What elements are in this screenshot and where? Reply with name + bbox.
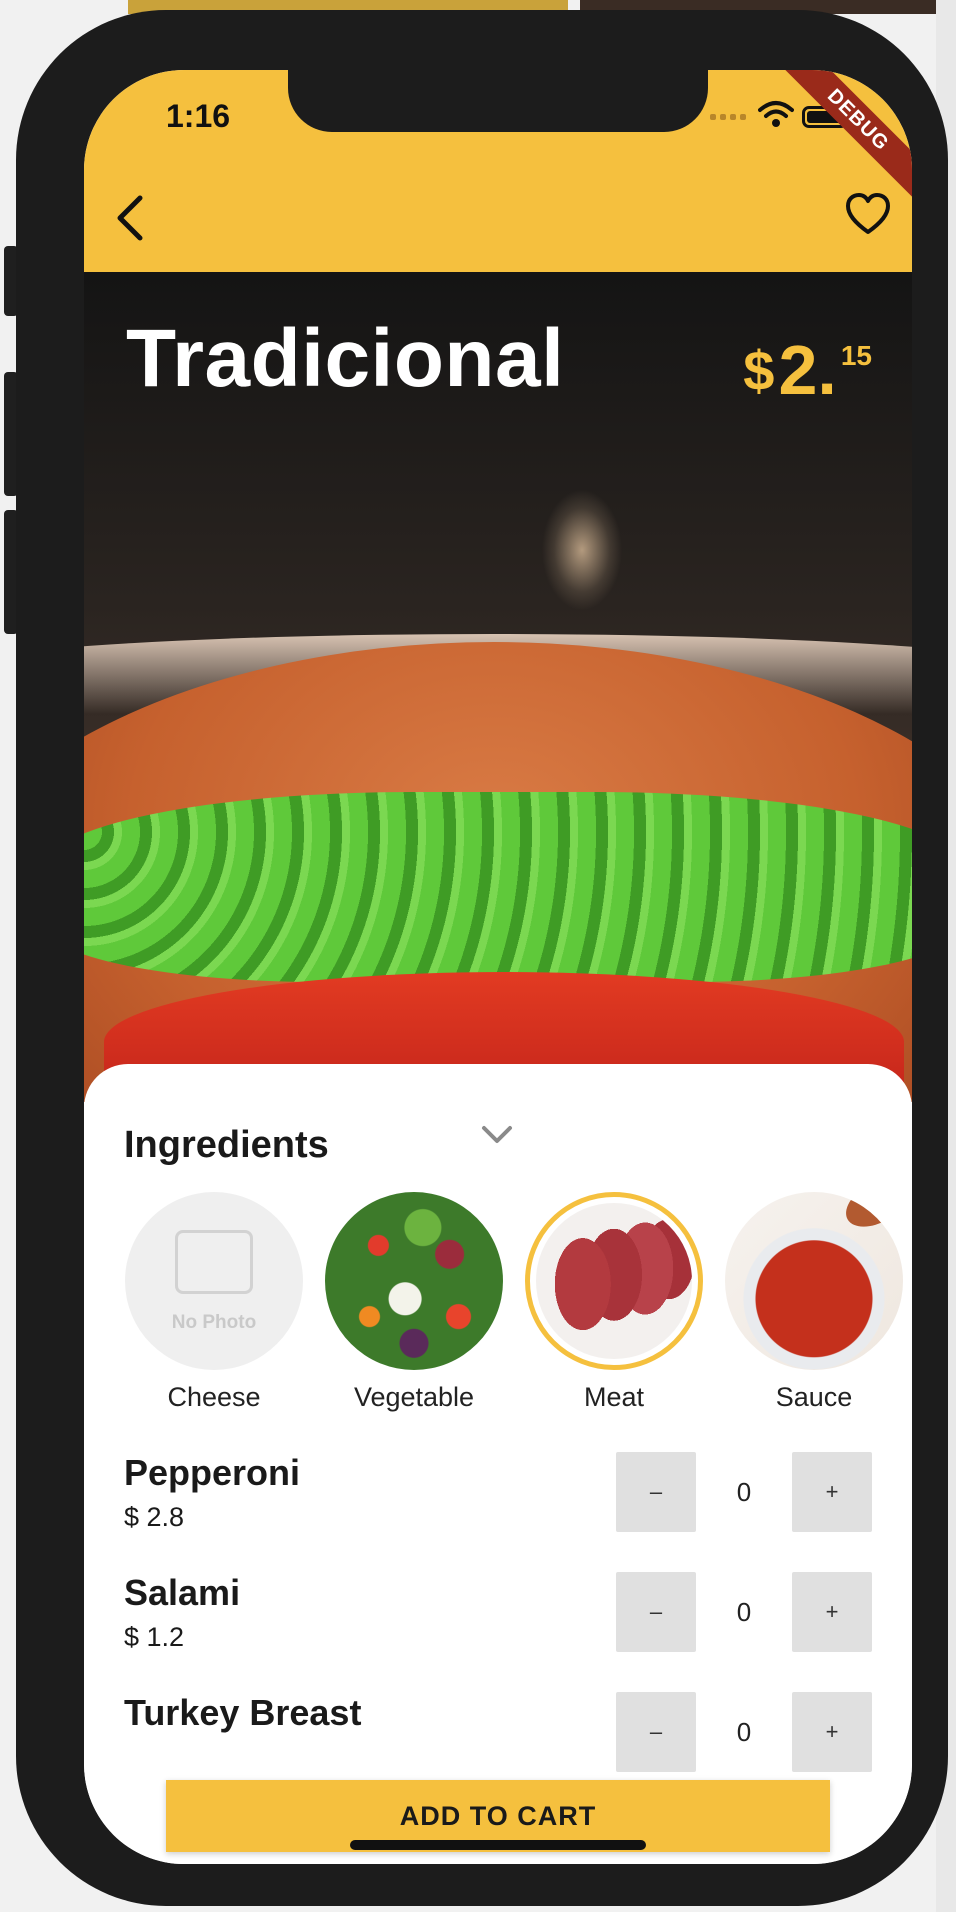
no-photo-placeholder: No Photo: [125, 1192, 303, 1370]
ingredients-sheet: Ingredients No Photo Cheese Vegetable Me…: [84, 1064, 912, 1864]
increment-button[interactable]: +: [792, 1572, 872, 1652]
heart-icon[interactable]: [844, 190, 892, 238]
ingredient-vegetable[interactable]: Vegetable: [324, 1192, 504, 1413]
product-price: $ 2. 15: [743, 330, 872, 410]
decrement-button[interactable]: –: [616, 1692, 696, 1772]
ingredients-title: Ingredients: [124, 1124, 329, 1166]
cellular-signal-icon: [710, 114, 746, 120]
product-hero-image: Tradicional $ 2. 15: [84, 272, 912, 1102]
no-photo-text: No Photo: [171, 1312, 257, 1333]
chevron-left-icon[interactable]: [110, 190, 154, 246]
product-title: Tradicional: [126, 313, 565, 404]
debug-banner: DEBUG: [775, 70, 912, 203]
decrement-button[interactable]: –: [616, 1572, 696, 1652]
ingredient-label: Vegetable: [353, 1382, 475, 1412]
ingredient-label: Sauce: [775, 1382, 853, 1412]
price-cents: 15: [840, 340, 872, 371]
home-indicator[interactable]: [350, 1840, 646, 1850]
quantity-value: 0: [736, 1477, 752, 1507]
vegetables-photo: [325, 1192, 503, 1370]
image-placeholder-icon: [175, 1230, 253, 1294]
item-price: $ 1.2: [124, 1622, 185, 1652]
ingredient-sauce[interactable]: Sauce: [724, 1192, 904, 1413]
ingredient-cheese[interactable]: No Photo Cheese: [124, 1192, 304, 1413]
wifi-icon: [758, 101, 794, 127]
list-item: Salami $ 1.2 – 0 +: [124, 1564, 872, 1664]
quantity-stepper: – 0 +: [616, 1452, 872, 1532]
item-name: Turkey Breast: [124, 1692, 362, 1733]
meat-image: [536, 1203, 692, 1359]
quantity-value: 0: [736, 1717, 752, 1747]
increment-button[interactable]: +: [792, 1452, 872, 1532]
status-time: 1:16: [166, 98, 231, 134]
ingredient-meat[interactable]: Meat: [524, 1192, 704, 1413]
item-name: Pepperoni: [124, 1452, 301, 1493]
item-name: Salami: [124, 1572, 241, 1613]
phone-frame: 1:16 DEBUG Tradicional $ 2. 15 Ingredien…: [16, 10, 948, 1906]
quantity-value: 0: [736, 1597, 752, 1627]
quantity-stepper: – 0 +: [616, 1692, 872, 1772]
decrement-button[interactable]: –: [616, 1452, 696, 1532]
item-price: $ 2.8: [124, 1502, 185, 1532]
sauce-photo: [725, 1192, 903, 1370]
list-item: Turkey Breast – 0 +: [124, 1684, 872, 1784]
ingredient-items-list: Pepperoni $ 2.8 – 0 + Salami $ 1.2 – 0 +: [84, 1444, 912, 1804]
price-currency: $: [743, 339, 775, 402]
price-main: 2.: [778, 331, 837, 409]
ingredient-label: Cheese: [167, 1382, 261, 1412]
meat-photo: [525, 1192, 703, 1370]
list-item: Pepperoni $ 2.8 – 0 +: [124, 1444, 872, 1544]
app-bar: 1:16 DEBUG: [84, 70, 912, 272]
device-notch: [288, 70, 708, 132]
ingredient-categories: No Photo Cheese Vegetable Meat Sauce: [124, 1192, 912, 1422]
increment-button[interactable]: +: [792, 1692, 872, 1772]
app-screen: 1:16 DEBUG Tradicional $ 2. 15 Ingredien…: [84, 70, 912, 1864]
burger-lettuce: [84, 792, 912, 982]
chevron-down-icon[interactable]: [480, 1124, 514, 1146]
ingredient-label: Meat: [583, 1382, 645, 1412]
spoon-graphic: [837, 1192, 903, 1237]
quantity-stepper: – 0 +: [616, 1572, 872, 1652]
